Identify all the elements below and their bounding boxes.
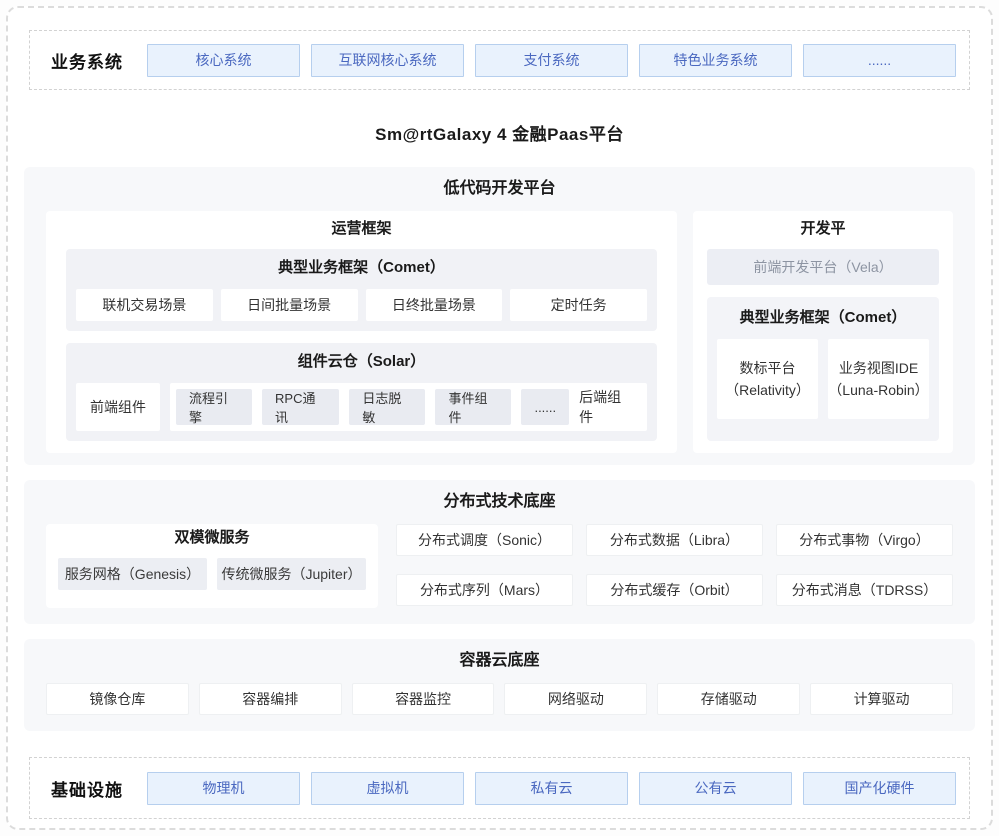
dev-item-relativity-code: （Relativity） [725,379,810,401]
container-orchestration: 容器编排 [199,683,342,715]
solar-title: 组件云仓（Solar） [76,349,647,375]
biz-internet-core-system[interactable]: 互联网核心系统 [311,44,464,77]
operation-framework-title: 运营框架 [66,217,657,241]
storage-driver: 存储驱动 [657,683,800,715]
solar-back-component: 后端组件 [579,387,637,427]
dist-cache-orbit: 分布式缓存（Orbit） [586,574,763,606]
vela-frontend-platform: 前端开发平台（Vela） [707,249,939,285]
lowcode-section-title: 低代码开发平台 [46,177,953,201]
infrastructure-row: 基础设施 物理机 虚拟机 私有云 公有云 国产化硬件 [29,757,970,819]
container-cloud-title: 容器云底座 [46,649,953,673]
infra-private-cloud[interactable]: 私有云 [475,772,628,805]
biz-payment-system[interactable]: 支付系统 [475,44,628,77]
infra-physical-machine[interactable]: 物理机 [147,772,300,805]
biz-core-system[interactable]: 核心系统 [147,44,300,77]
image-registry: 镜像仓库 [46,683,189,715]
dist-sequence-mars: 分布式序列（Mars） [396,574,573,606]
page-title: Sm@rtGalaxy 4 金融Paas平台 [8,120,991,145]
dev-item-luna-robin: 业务视图IDE （Luna-Robin） [828,339,929,419]
solar-subcard: 组件云仓（Solar） 前端组件 流程引擎 RPC通讯 日志脱敏 事件组件 ..… [66,343,657,441]
dev-items-grid: 数标平台 （Relativity） 业务视图IDE （Luna-Robin） [717,339,929,419]
business-systems-row: 业务系统 核心系统 互联网核心系统 支付系统 特色业务系统 ...... [29,30,970,90]
comet-framework-subcard: 典型业务框架（Comet） 联机交易场景 日间批量场景 日终批量场景 定时任务 [66,249,657,331]
dev-item-relativity-name: 数标平台 [740,357,796,379]
biz-special-business-system[interactable]: 特色业务系统 [639,44,792,77]
dist-data-libra: 分布式数据（Libra） [586,524,763,556]
solar-more: ...... [521,389,569,425]
comet-online-transaction: 联机交易场景 [76,289,213,321]
traditional-microservice-jupiter: 传统微服务（Jupiter） [217,558,366,590]
dev-item-luna-robin-code: （Luna-Robin） [828,379,928,401]
infra-domestic-hardware[interactable]: 国产化硬件 [803,772,956,805]
container-cloud-grid: 镜像仓库 容器编排 容器监控 网络驱动 存储驱动 计算驱动 [46,683,953,715]
dev-comet-subcard: 典型业务框架（Comet） 数标平台 （Relativity） 业务视图IDE … [707,297,939,441]
service-mesh-genesis: 服务网格（Genesis） [58,558,207,590]
comet-items-grid: 联机交易场景 日间批量场景 日终批量场景 定时任务 [76,289,647,321]
operation-framework-card: 运营框架 典型业务框架（Comet） 联机交易场景 日间批量场景 日终批量场景 … [46,211,677,453]
dist-message-tdrss: 分布式消息（TDRSS） [776,574,953,606]
solar-strip: 流程引擎 RPC通讯 日志脱敏 事件组件 ...... 后端组件 [170,383,647,431]
dual-mode-microservice-card: 双模微服务 服务网格（Genesis） 传统微服务（Jupiter） [46,524,378,608]
dual-mode-title: 双模微服务 [58,526,366,550]
dist-transaction-virgo: 分布式事物（Virgo） [776,524,953,556]
container-cloud-section: 容器云底座 镜像仓库 容器编排 容器监控 网络驱动 存储驱动 计算驱动 [24,639,975,731]
comet-daytime-batch: 日间批量场景 [221,289,358,321]
biz-more[interactable]: ...... [803,44,956,77]
lowcode-platform-section: 低代码开发平台 运营框架 典型业务框架（Comet） 联机交易场景 日间批量场景… [24,167,975,465]
solar-process-engine: 流程引擎 [176,389,252,425]
diagram-outer-frame: 业务系统 核心系统 互联网核心系统 支付系统 特色业务系统 ...... Sm@… [6,6,993,830]
business-systems-label: 业务系统 [38,48,136,73]
dev-item-luna-robin-name: 业务视图IDE [839,357,918,379]
comet-eod-batch: 日终批量场景 [366,289,503,321]
infrastructure-label: 基础设施 [38,776,136,801]
dual-mode-chips: 服务网格（Genesis） 传统微服务（Jupiter） [58,558,366,590]
solar-log-masking: 日志脱敏 [349,389,425,425]
container-monitoring: 容器监控 [352,683,495,715]
solar-row: 前端组件 流程引擎 RPC通讯 日志脱敏 事件组件 ...... 后端组件 [76,383,647,431]
solar-event-component: 事件组件 [435,389,511,425]
dist-scheduling-sonic: 分布式调度（Sonic） [396,524,573,556]
distributed-content: 双模微服务 服务网格（Genesis） 传统微服务（Jupiter） 分布式调度… [46,524,953,608]
distributed-items-grid: 分布式调度（Sonic） 分布式数据（Libra） 分布式事物（Virgo） 分… [396,524,953,608]
solar-front-component: 前端组件 [76,383,160,431]
compute-driver: 计算驱动 [810,683,953,715]
dev-item-relativity: 数标平台 （Relativity） [717,339,818,419]
solar-rpc-comm: RPC通讯 [262,389,339,425]
comet-scheduled-task: 定时任务 [510,289,647,321]
infra-virtual-machine[interactable]: 虚拟机 [311,772,464,805]
dev-platform-card: 开发平 前端开发平台（Vela） 典型业务框架（Comet） 数标平台 （Rel… [693,211,953,453]
dev-platform-title: 开发平 [707,217,939,241]
distributed-base-section: 分布式技术底座 双模微服务 服务网格（Genesis） 传统微服务（Jupite… [24,480,975,624]
infra-public-cloud[interactable]: 公有云 [639,772,792,805]
lowcode-content: 运营框架 典型业务框架（Comet） 联机交易场景 日间批量场景 日终批量场景 … [46,211,953,453]
comet-framework-title: 典型业务框架（Comet） [76,255,647,281]
distributed-base-title: 分布式技术底座 [46,490,953,514]
dev-comet-title: 典型业务框架（Comet） [717,305,929,331]
network-driver: 网络驱动 [504,683,647,715]
